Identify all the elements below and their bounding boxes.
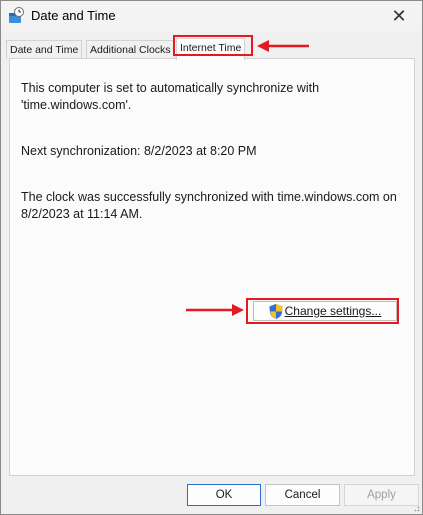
close-button[interactable]: ✕: [376, 1, 422, 31]
cancel-button[interactable]: Cancel: [265, 484, 340, 506]
close-icon: ✕: [391, 5, 407, 26]
last-sync-text: The clock was successfully synchronized …: [21, 190, 397, 221]
sync-config-text: This computer is set to automatically sy…: [21, 81, 320, 112]
tab-arrow-annotation: [257, 40, 309, 52]
title-bar: Date and Time ✕: [1, 1, 422, 31]
internet-time-panel: This computer is set to automatically sy…: [9, 58, 415, 476]
change-settings-arrow-annotation: [186, 304, 244, 316]
ok-label: OK: [215, 489, 233, 501]
apply-button[interactable]: Apply: [344, 484, 419, 506]
tab-highlight-box: [173, 35, 253, 56]
cancel-label: Cancel: [284, 489, 321, 501]
window-title: Date and Time: [31, 8, 116, 23]
resize-grip-icon[interactable]: [412, 504, 420, 512]
ok-button[interactable]: OK: [187, 484, 261, 506]
next-sync-text: Next synchronization: 8/2/2023 at 8:20 P…: [21, 144, 257, 158]
apply-label: Apply: [367, 489, 396, 501]
tab-date-and-time[interactable]: Date and Time: [6, 40, 83, 59]
tab-additional-clocks[interactable]: Additional Clocks: [86, 40, 175, 59]
clock-icon: [9, 7, 24, 23]
change-settings-highlight-box: [246, 298, 399, 324]
date-and-time-window: Date and Time ✕ Date and Time Additional…: [0, 0, 423, 515]
